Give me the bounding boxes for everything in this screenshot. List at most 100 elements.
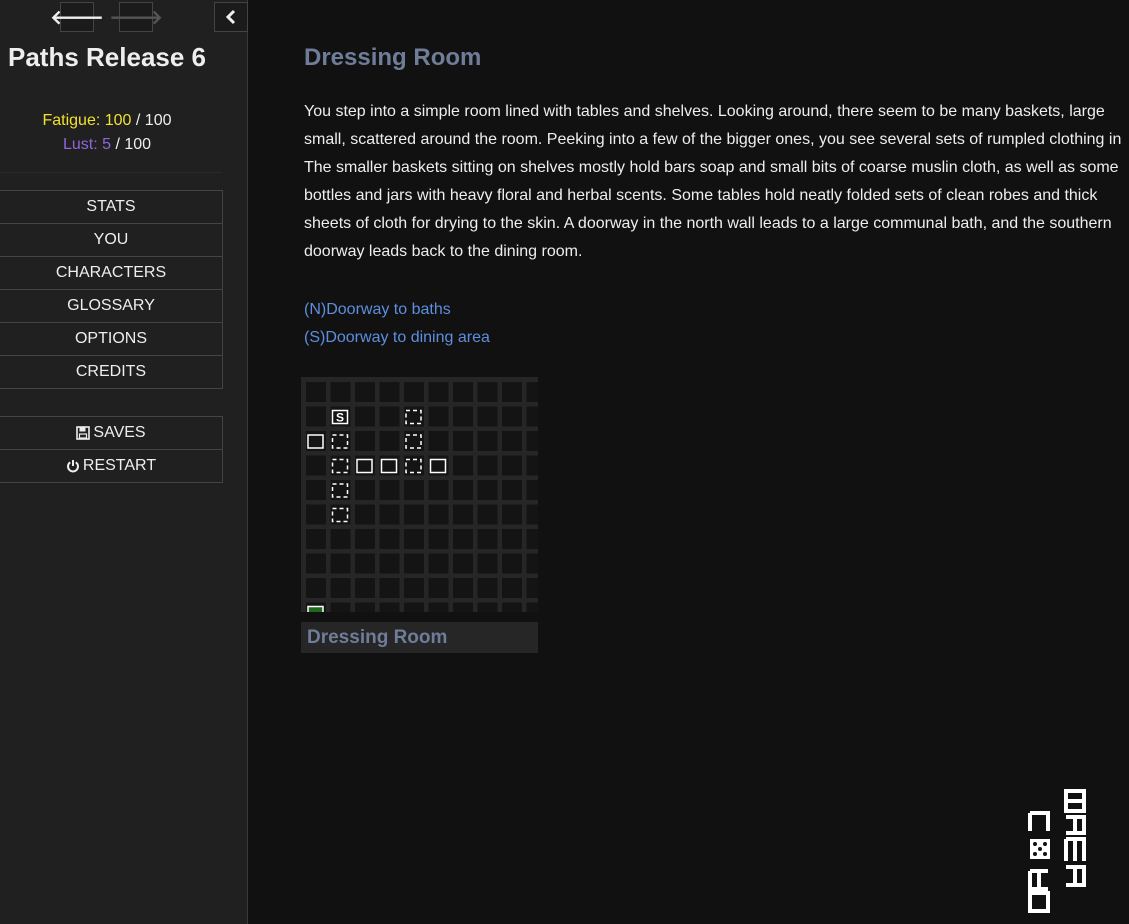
map-cell xyxy=(477,578,498,598)
map-cell xyxy=(453,382,473,402)
restart-label: RESTART xyxy=(82,457,157,474)
lust-label: Lust: xyxy=(62,136,98,153)
restart-button[interactable]: RESTART xyxy=(0,449,223,483)
back-button[interactable]: 🡐 xyxy=(50,2,104,32)
map-cell xyxy=(526,578,538,598)
map-cell xyxy=(355,480,375,500)
map-cell xyxy=(477,504,498,525)
exit-link-south[interactable]: (S)Doorway to dining area xyxy=(304,324,490,352)
map-cell xyxy=(453,406,473,427)
menu-item-stats[interactable]: STATS xyxy=(0,190,223,224)
map-cell xyxy=(355,602,375,612)
map-cell xyxy=(453,480,473,500)
map-cell xyxy=(502,406,522,427)
map-cell xyxy=(428,504,449,525)
collapse-sidebar-button[interactable] xyxy=(214,2,248,32)
map-cell xyxy=(428,480,449,500)
map-cell xyxy=(404,504,424,525)
map-cell xyxy=(330,578,351,598)
fatigue-stat: Fatigue: 100 / 100 xyxy=(0,112,214,130)
map-cell xyxy=(526,480,538,500)
map-cell xyxy=(404,602,424,612)
forward-button[interactable]: 🡒 xyxy=(109,2,163,32)
room-description: You step into a simple room lined with t… xyxy=(304,103,1122,260)
map-cell xyxy=(477,480,498,500)
map-cell xyxy=(453,578,473,598)
map-cell xyxy=(526,406,538,427)
map-cell xyxy=(355,406,375,427)
dice-icon xyxy=(1030,839,1050,859)
map-cell xyxy=(526,529,538,549)
menu-item-glossary[interactable]: GLOSSARY xyxy=(0,289,223,323)
fatigue-value: 100 xyxy=(104,112,132,129)
map-cell xyxy=(477,529,498,549)
menu-item-you[interactable]: YOU xyxy=(0,223,223,257)
map-cell xyxy=(355,382,375,402)
map-cell xyxy=(502,382,522,402)
exit-link-north[interactable]: (N)Doorway to baths xyxy=(304,296,490,324)
saves-button[interactable]: SAVES xyxy=(0,416,223,450)
map-cell xyxy=(379,602,400,612)
map-cell xyxy=(306,382,326,402)
map-cell xyxy=(428,431,449,451)
map-stairs-glyph: S xyxy=(336,411,344,425)
map-cell xyxy=(526,382,538,402)
map-cell xyxy=(330,553,351,574)
map-cell xyxy=(306,504,326,525)
arrow-left-icon: 🡐 xyxy=(50,6,104,29)
map-location-label: Dressing Room xyxy=(301,622,538,653)
map-cell xyxy=(404,382,424,402)
map-cell xyxy=(404,480,424,500)
passage: Dressing Room You step into a simple roo… xyxy=(304,44,1129,266)
map-cell xyxy=(355,553,375,574)
map-cell xyxy=(453,455,473,476)
exit-links: (N)Doorway to baths (S)Doorway to dining… xyxy=(304,296,490,352)
map-cell xyxy=(428,578,449,598)
map-cell xyxy=(404,553,424,574)
map-cell xyxy=(306,529,326,549)
map-cell xyxy=(477,431,498,451)
map-cell xyxy=(502,578,522,598)
map-cell xyxy=(453,553,473,574)
map-cell xyxy=(477,406,498,427)
map-cell xyxy=(306,406,326,427)
lust-value: 5 xyxy=(102,136,111,153)
fatigue-max: / 100 xyxy=(135,112,172,129)
menu-item-options[interactable]: OPTIONS xyxy=(0,322,223,356)
map-cell xyxy=(379,529,400,549)
map-cell xyxy=(428,602,449,612)
map-cell xyxy=(477,553,498,574)
map-cell xyxy=(526,553,538,574)
map-cell xyxy=(306,578,326,598)
map-cell xyxy=(502,480,522,500)
map-cell xyxy=(526,504,538,525)
story-title: Paths Release 6 xyxy=(8,42,207,72)
map-cell xyxy=(502,504,522,525)
room-title: Dressing Room xyxy=(304,44,482,71)
map-cell xyxy=(379,553,400,574)
map-cell xyxy=(404,529,424,549)
menu-item-credits[interactable]: CREDITS xyxy=(0,355,223,389)
fatigue-label: Fatigue: xyxy=(42,112,101,129)
menu-item-characters[interactable]: CHARACTERS xyxy=(0,256,223,290)
map-cell xyxy=(355,578,375,598)
minimap: S xyxy=(301,377,538,612)
main-menu: STATS YOU CHARACTERS GLOSSARY OPTIONS CR… xyxy=(0,190,223,389)
map-cell xyxy=(379,431,400,451)
arrow-right-icon: 🡒 xyxy=(109,6,163,29)
chevron-left-icon xyxy=(225,9,236,25)
map-cell xyxy=(428,406,449,427)
sidebar: 🡐 🡒 Paths Release 6 Fatigue: 100 / 100 L… xyxy=(0,0,248,924)
map-cell xyxy=(355,529,375,549)
map-cell xyxy=(526,602,538,612)
power-icon xyxy=(66,460,79,473)
map-cell xyxy=(453,504,473,525)
map-cell xyxy=(379,480,400,500)
divider xyxy=(0,172,222,173)
map-cell xyxy=(330,382,351,402)
map-cell xyxy=(355,504,375,525)
map-cell xyxy=(526,431,538,451)
map-cell xyxy=(477,382,498,402)
map-cell xyxy=(379,504,400,525)
map-cell xyxy=(526,455,538,476)
